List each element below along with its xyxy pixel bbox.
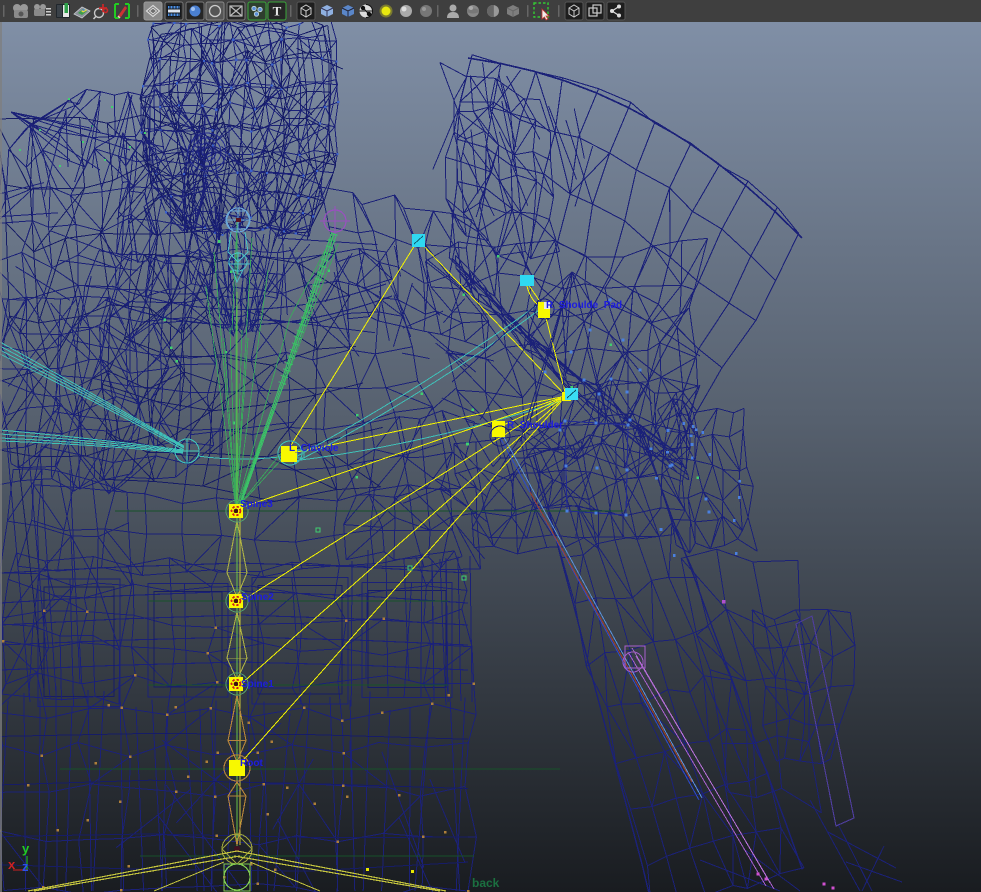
svg-text:Spine1: Spine1 [241, 679, 274, 690]
svg-text:Spine3: Spine3 [240, 499, 273, 510]
svg-text:back: back [472, 876, 500, 890]
svg-text:T: T [273, 4, 282, 19]
svg-text:R_Shoulder: R_Shoulder [507, 420, 563, 431]
svg-text:Root: Root [240, 758, 263, 769]
svg-text:y: y [22, 841, 30, 856]
svg-text:L_Clavicle: L_Clavicle [289, 443, 339, 454]
svg-text:Spine2: Spine2 [241, 592, 274, 603]
svg-text:R_Shoulde_Pad: R_Shoulde_Pad [546, 300, 622, 311]
svg-text:z: z [22, 859, 29, 874]
